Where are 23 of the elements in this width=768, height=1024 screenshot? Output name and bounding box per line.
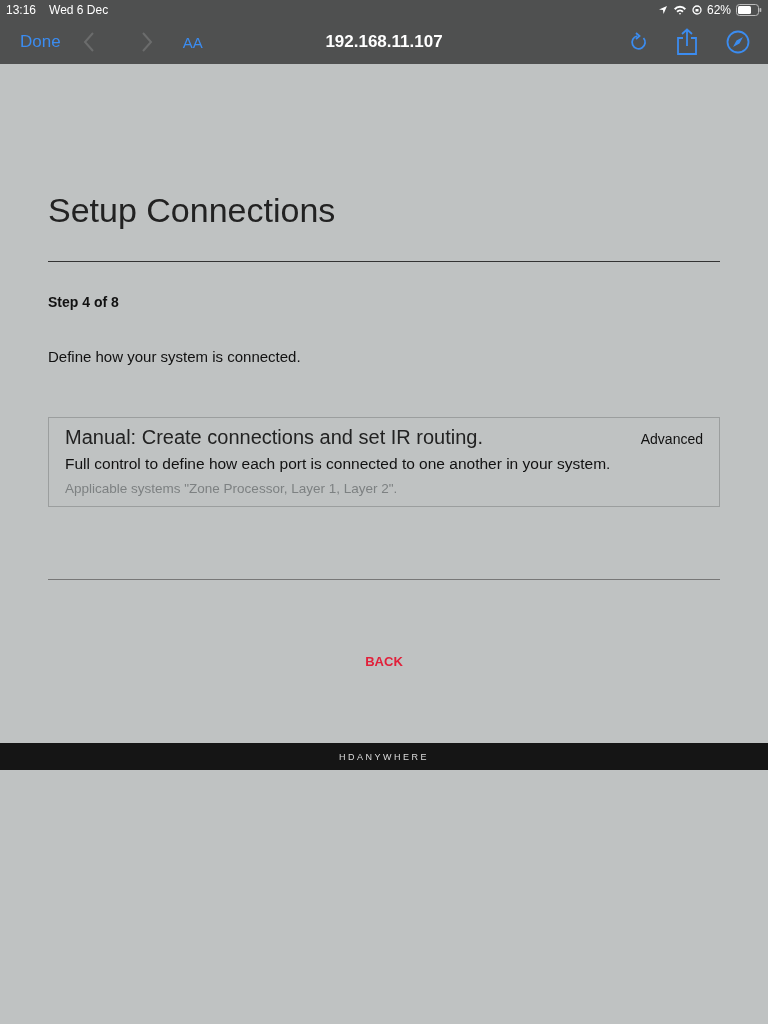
share-icon[interactable] bbox=[676, 28, 698, 56]
option-tag: Advanced bbox=[640, 431, 703, 447]
battery-percent: 62% bbox=[706, 3, 731, 17]
lock-rotation-icon bbox=[691, 5, 702, 15]
text-size-button[interactable]: AA bbox=[182, 33, 203, 51]
compass-icon[interactable] bbox=[726, 30, 750, 54]
option-description: Full control to define how each port is connected to one another in your system. bbox=[65, 455, 612, 473]
wifi-icon bbox=[672, 5, 687, 15]
option-card[interactable]: Manual: Create connections and set IR routing. Advanced Full control to define how each port is connected to one another in your system. Applicable systems "Zone Processor, Layer 1, Layer 2". bbox=[48, 417, 720, 507]
status-time: 13:16 bbox=[6, 3, 37, 17]
reload-icon[interactable] bbox=[630, 32, 648, 52]
status-date: Wed 6 Dec bbox=[49, 3, 109, 17]
step-indicator: Step 4 of 8 bbox=[48, 294, 120, 310]
back-button[interactable]: BACK bbox=[361, 652, 407, 671]
location-icon bbox=[657, 5, 668, 15]
page-title: Setup Connections bbox=[48, 190, 337, 230]
option-title: Manual: Create connections and set IR routing. bbox=[65, 426, 484, 449]
done-button[interactable]: Done bbox=[20, 32, 61, 52]
battery-icon bbox=[736, 4, 762, 16]
brand-logo: HDANYWHERE bbox=[339, 751, 429, 762]
option-note: Applicable systems "Zone Processor, Layer 1, Layer 2". bbox=[65, 481, 399, 496]
address-field[interactable]: 192.168.11.107 bbox=[325, 32, 443, 52]
instruction-text: Define how your system is connected. bbox=[48, 348, 302, 365]
